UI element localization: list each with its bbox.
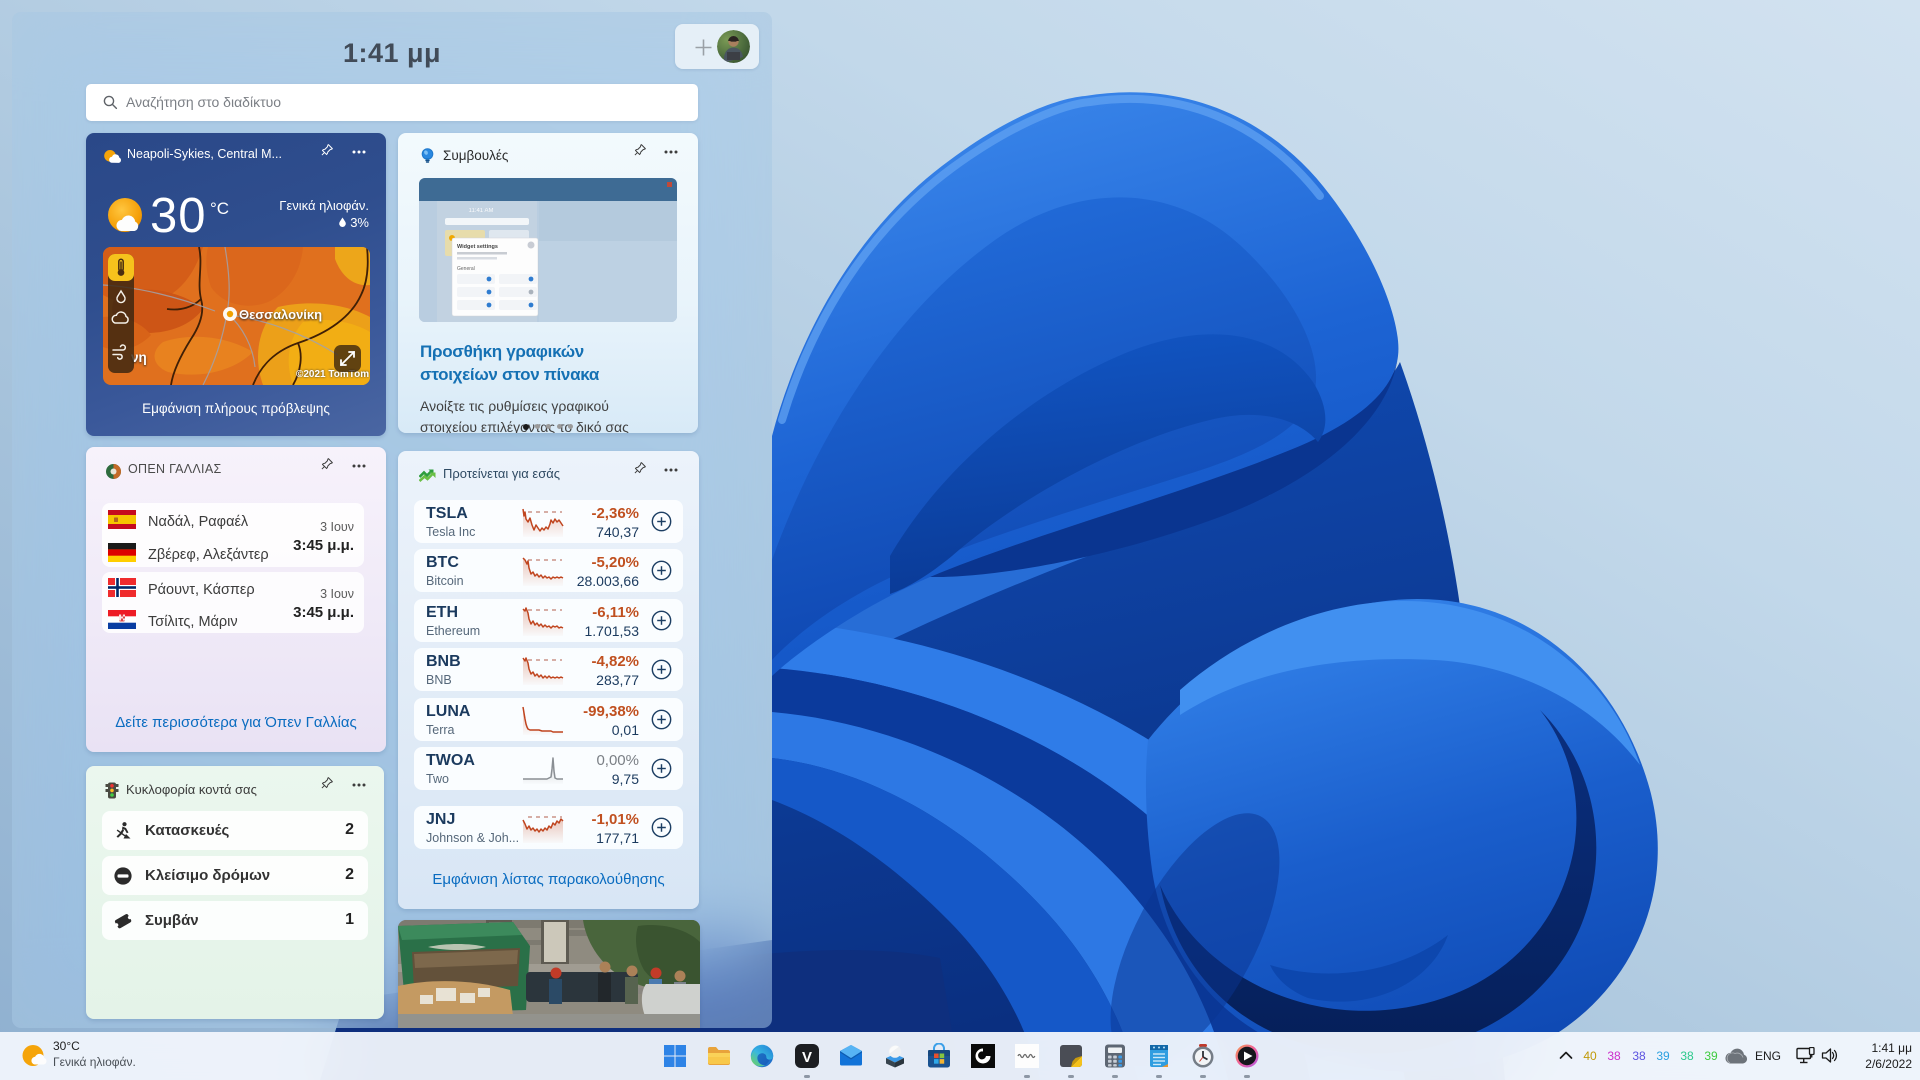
svg-text:Widget settings: Widget settings [457,244,498,250]
svg-text:General: General [457,266,475,272]
svg-text:V: V [802,1049,812,1066]
svg-text:©2021 TomTom: ©2021 TomTom [296,369,369,380]
svg-text:11:41 AM: 11:41 AM [469,208,494,214]
svg-text:Θεσσαλονίκη: Θεσσαλονίκη [239,307,322,322]
